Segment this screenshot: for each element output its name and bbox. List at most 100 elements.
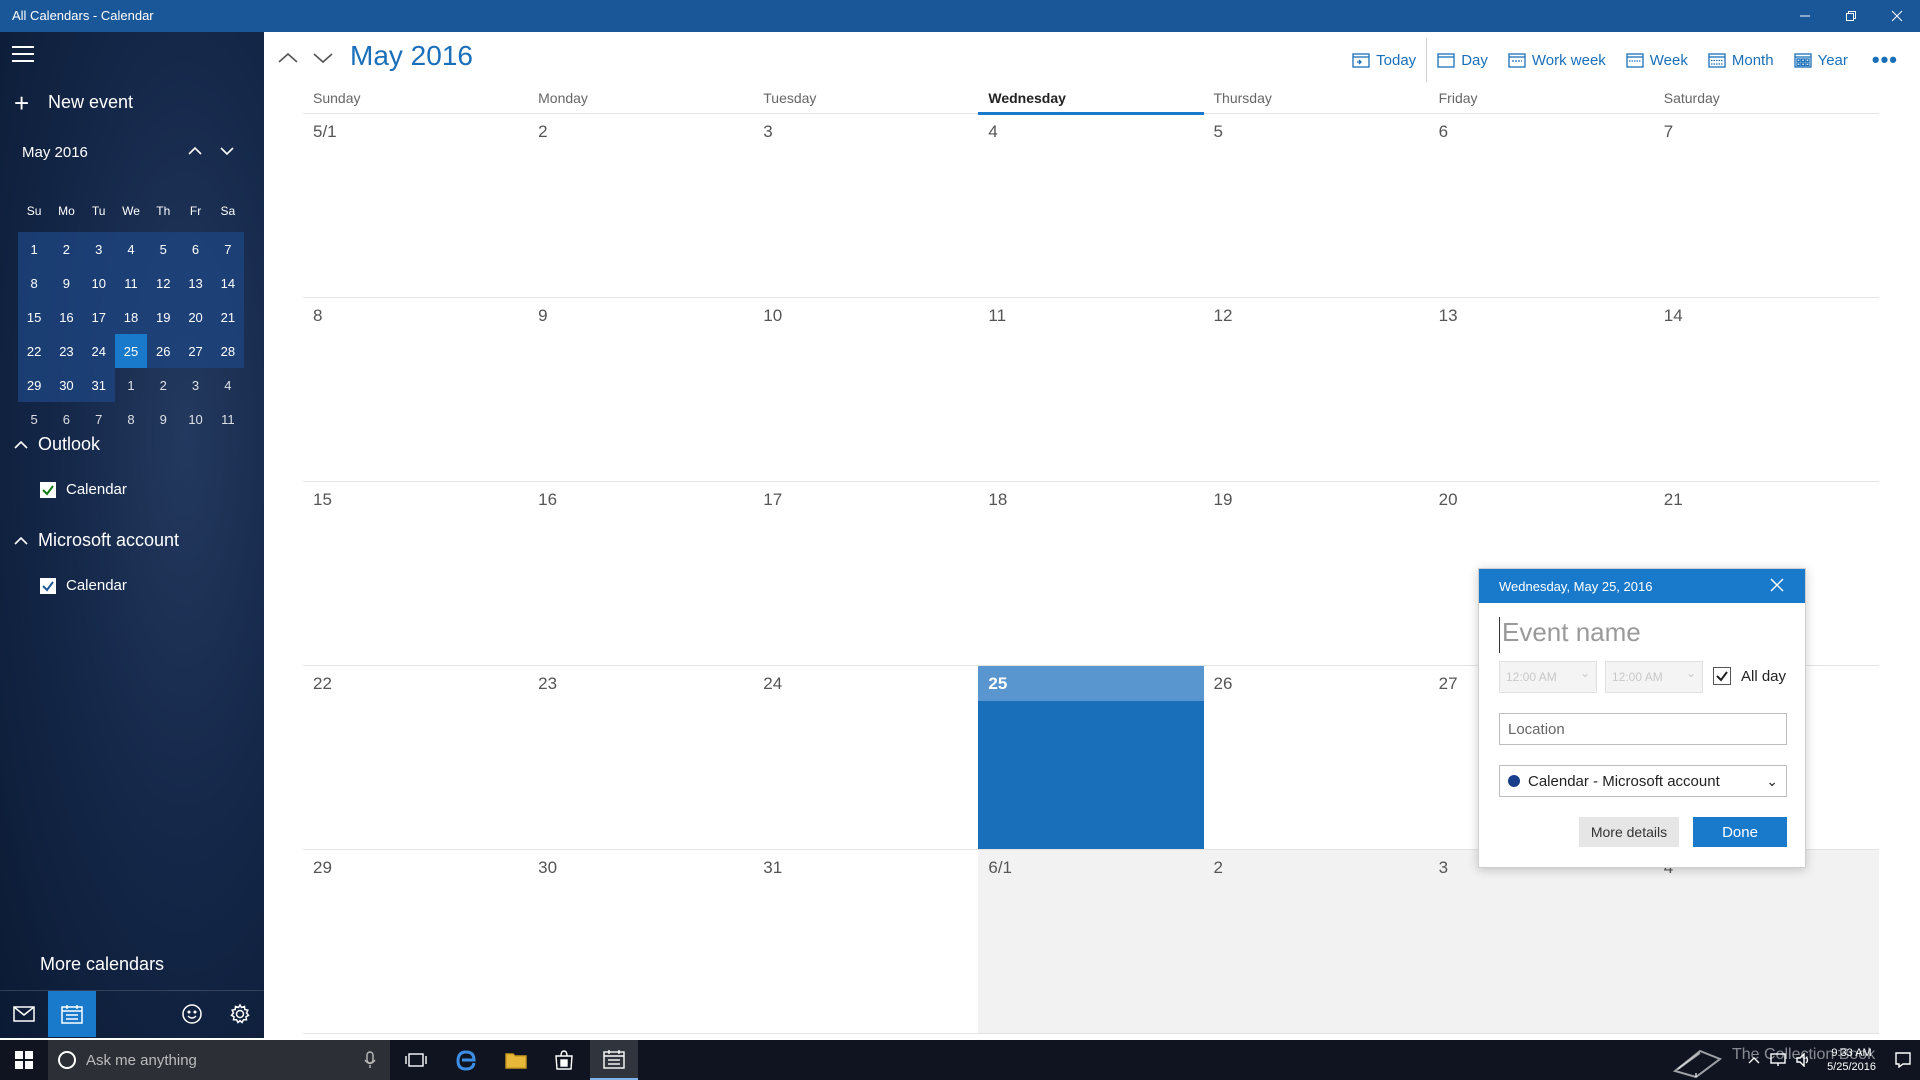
day-cell[interactable]: 8 — [303, 298, 528, 481]
month-view-button[interactable]: Month — [1708, 52, 1774, 69]
event-name-input[interactable]: Event name — [1499, 617, 1787, 653]
minimize-button[interactable] — [1782, 0, 1828, 32]
close-button[interactable] — [1874, 0, 1920, 32]
day-cell[interactable]: 14 — [1654, 298, 1879, 481]
mini-day[interactable]: 13 — [179, 266, 212, 300]
mini-day[interactable]: 8 — [115, 402, 147, 436]
day-cell[interactable]: 3 — [753, 114, 978, 297]
settings-button[interactable] — [216, 991, 264, 1037]
day-cell[interactable]: 31 — [753, 850, 978, 1033]
day-cell[interactable]: 30 — [528, 850, 753, 1033]
day-cell[interactable]: 6 — [1429, 114, 1654, 297]
day-cell[interactable]: 22 — [303, 666, 528, 849]
mini-day[interactable]: 5 — [18, 402, 50, 436]
outlook-calendar-item[interactable]: Calendar — [40, 481, 127, 498]
start-time-select[interactable]: 12:00 AM — [1499, 661, 1597, 693]
mini-day[interactable]: 11 — [114, 266, 148, 300]
mini-day[interactable]: 11 — [212, 402, 244, 436]
day-cell[interactable]: 18 — [978, 482, 1203, 665]
close-icon[interactable] — [1769, 577, 1787, 595]
mini-day[interactable]: 6 — [50, 402, 82, 436]
more-calendars-link[interactable]: More calendars — [40, 954, 164, 975]
day-cell[interactable]: 4 — [978, 114, 1203, 297]
cortana-search-box[interactable]: Ask me anything — [48, 1040, 390, 1080]
mini-day[interactable]: 10 — [82, 266, 115, 300]
mini-day[interactable]: 3 — [179, 368, 211, 402]
start-button[interactable] — [0, 1040, 48, 1080]
mini-day[interactable]: 2 — [50, 232, 83, 266]
mini-day[interactable]: 9 — [147, 402, 179, 436]
day-cell[interactable]: 17 — [753, 482, 978, 665]
done-button[interactable]: Done — [1693, 817, 1787, 847]
mini-day[interactable]: 12 — [147, 266, 180, 300]
day-cell[interactable]: 10 — [753, 298, 978, 481]
day-cell[interactable]: 23 — [528, 666, 753, 849]
day-cell[interactable]: 29 — [303, 850, 528, 1033]
day-view-button[interactable]: Day — [1437, 52, 1488, 69]
week-view-button[interactable]: Week — [1626, 52, 1688, 69]
mini-day[interactable]: 23 — [50, 334, 83, 368]
day-cell[interactable]: 15 — [303, 482, 528, 665]
day-cell[interactable]: 19 — [1204, 482, 1429, 665]
mini-day[interactable]: 16 — [50, 300, 83, 334]
day-cell[interactable]: 16 — [528, 482, 753, 665]
new-event-button[interactable]: + New event — [14, 90, 133, 116]
day-cell[interactable]: 6/1 — [978, 850, 1204, 1033]
mini-day[interactable]: 30 — [50, 368, 83, 402]
day-cell[interactable]: 2 — [1203, 850, 1429, 1033]
end-time-select[interactable]: 12:00 AM — [1605, 661, 1703, 693]
network-icon[interactable] — [1765, 1040, 1791, 1080]
day-cell[interactable]: 24 — [753, 666, 978, 849]
volume-icon[interactable] — [1791, 1040, 1817, 1080]
mini-day[interactable]: 31 — [82, 368, 115, 402]
mini-calendar-prev-button[interactable] — [184, 140, 206, 162]
mini-day[interactable]: 3 — [82, 232, 115, 266]
mini-day[interactable]: 5 — [147, 232, 180, 266]
outlook-group-header[interactable]: Outlook — [14, 434, 100, 455]
day-cell[interactable]: 3 — [1428, 850, 1654, 1033]
day-cell[interactable]: 2 — [528, 114, 753, 297]
mini-day[interactable]: 17 — [82, 300, 115, 334]
microsoft-account-group-header[interactable]: Microsoft account — [14, 530, 179, 551]
all-day-toggle[interactable]: All day — [1713, 667, 1786, 685]
mini-day[interactable]: 7 — [211, 232, 244, 266]
work-week-view-button[interactable]: Work week — [1508, 52, 1606, 69]
mini-day[interactable]: 29 — [18, 368, 51, 402]
day-cell[interactable]: 13 — [1429, 298, 1654, 481]
day-cell-today[interactable]: 25 — [978, 666, 1204, 849]
mini-day[interactable]: 10 — [179, 402, 211, 436]
action-center-icon[interactable] — [1886, 1040, 1920, 1080]
system-clock[interactable]: 9:33 AM 5/25/2016 — [1817, 1046, 1886, 1074]
calendar-select[interactable]: Calendar - Microsoft account ⌄ — [1499, 765, 1787, 797]
previous-month-button[interactable] — [274, 44, 302, 72]
microsoft-calendar-item[interactable]: Calendar — [40, 577, 127, 594]
mini-day[interactable]: 15 — [18, 300, 51, 334]
mini-day-selected[interactable]: 25 — [114, 334, 148, 368]
mail-app-button[interactable] — [0, 991, 48, 1037]
checkbox-checked-icon[interactable] — [40, 577, 56, 594]
checkbox-checked-icon[interactable] — [1713, 667, 1731, 685]
mini-day[interactable]: 1 — [115, 368, 147, 402]
day-cell[interactable]: 5/1 — [303, 114, 528, 297]
location-input[interactable]: Location — [1499, 713, 1787, 745]
edge-button[interactable] — [442, 1040, 490, 1080]
restore-button[interactable] — [1828, 0, 1874, 32]
mini-day[interactable]: 2 — [147, 368, 179, 402]
feedback-button[interactable] — [168, 991, 216, 1037]
calendar-app-button[interactable] — [48, 991, 96, 1037]
day-cell[interactable]: 12 — [1204, 298, 1429, 481]
mini-day[interactable]: 21 — [211, 300, 244, 334]
mini-day[interactable]: 9 — [50, 266, 83, 300]
mini-day[interactable]: 22 — [18, 334, 51, 368]
mini-day[interactable]: 18 — [114, 300, 148, 334]
mini-day[interactable]: 14 — [211, 266, 244, 300]
mini-day[interactable]: 24 — [82, 334, 115, 368]
file-explorer-button[interactable] — [492, 1040, 540, 1080]
checkbox-checked-icon[interactable] — [40, 481, 56, 498]
day-cell[interactable]: 26 — [1204, 666, 1429, 849]
mini-day[interactable]: 4 — [212, 368, 244, 402]
store-button[interactable] — [540, 1040, 588, 1080]
show-hidden-icons-icon[interactable] — [1743, 1040, 1765, 1080]
mini-day[interactable]: 4 — [114, 232, 148, 266]
next-month-button[interactable] — [309, 44, 337, 72]
